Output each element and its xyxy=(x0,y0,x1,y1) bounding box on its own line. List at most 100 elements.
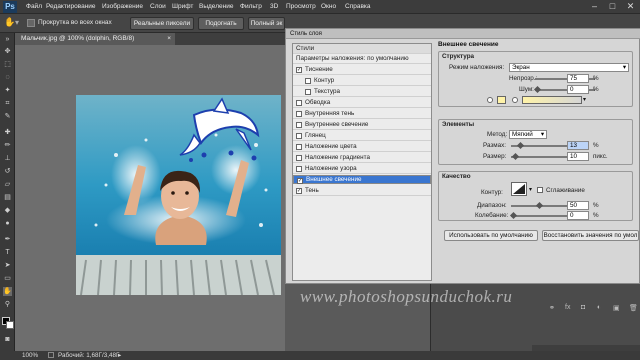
noise-input[interactable]: 0 xyxy=(567,85,589,94)
reset-default-button[interactable]: Восстановить значения по умол xyxy=(542,230,639,241)
glow-color-swatch[interactable] xyxy=(497,96,506,104)
spread-slider[interactable] xyxy=(511,141,567,150)
style-item[interactable]: Глянец xyxy=(293,131,431,141)
menu-view[interactable]: Просмотр xyxy=(286,3,316,10)
jitter-slider[interactable] xyxy=(509,211,567,220)
actual-pixels-button[interactable]: Реальные пиксели xyxy=(130,17,194,30)
brush-tool-icon[interactable]: ✏ xyxy=(3,141,12,150)
style-item[interactable]: ✓ Тень xyxy=(293,186,431,196)
document-image[interactable] xyxy=(76,95,281,295)
range-input[interactable]: 50 xyxy=(567,201,589,210)
new-layer-icon[interactable]: ▣ xyxy=(613,304,620,312)
hand-tool-icon[interactable]: ✋ xyxy=(3,287,12,296)
gradient-radio[interactable] xyxy=(512,97,518,103)
info-icon[interactable] xyxy=(48,352,54,358)
menu-help[interactable]: Справка xyxy=(345,3,371,10)
close-icon[interactable]: ✕ xyxy=(622,0,639,13)
jitter-input[interactable]: 0 xyxy=(567,211,589,220)
mask-icon[interactable]: ◘ xyxy=(581,304,585,311)
style-item[interactable]: Текстура xyxy=(293,87,431,97)
style-item-checkbox[interactable] xyxy=(296,166,302,172)
style-item[interactable]: Внутреннее свечение xyxy=(293,120,431,130)
status-menu-icon[interactable]: ▸ xyxy=(118,351,121,360)
zoom-tool-icon[interactable]: ⚲ xyxy=(3,300,12,309)
menu-edit[interactable]: Редактирование xyxy=(46,3,96,10)
menu-select[interactable]: Выделение xyxy=(199,3,233,10)
adjustment-icon[interactable]: ◐ xyxy=(597,304,601,311)
close-tab-icon[interactable]: × xyxy=(167,33,171,45)
maximize-icon[interactable]: □ xyxy=(604,0,621,13)
shape-tool-icon[interactable]: ▭ xyxy=(3,274,12,283)
range-slider[interactable] xyxy=(511,201,567,210)
crop-tool-icon[interactable]: ⌗ xyxy=(3,99,12,108)
style-item-checkbox[interactable] xyxy=(296,144,302,150)
spread-thumb[interactable] xyxy=(516,141,524,150)
size-thumb[interactable] xyxy=(511,152,520,161)
make-default-button[interactable]: Использовать по умолчанию xyxy=(444,230,538,241)
style-item-checkbox[interactable] xyxy=(296,111,302,117)
style-item-checkbox[interactable]: ✓ xyxy=(297,178,303,184)
menu-type[interactable]: Шрифт xyxy=(172,3,193,10)
history-brush-icon[interactable]: ↺ xyxy=(3,167,12,176)
path-selection-icon[interactable]: ➤ xyxy=(3,261,12,270)
lasso-tool-icon[interactable]: ◌ xyxy=(3,73,12,82)
menu-filter[interactable]: Фильтр xyxy=(240,3,262,10)
menu-3d[interactable]: 3D xyxy=(270,3,278,10)
zoom-level[interactable]: 100% xyxy=(22,351,38,360)
style-item[interactable]: ✓ Тиснение xyxy=(293,65,431,75)
type-tool-icon[interactable]: T xyxy=(3,248,12,257)
size-input[interactable]: 10 xyxy=(567,152,589,161)
fit-screen-button[interactable]: Подогнать xyxy=(198,17,244,30)
scroll-all-checkbox[interactable] xyxy=(27,19,35,27)
quick-mask-icon[interactable]: ◙ xyxy=(3,335,12,344)
document-tab[interactable]: Мальчик.jpg @ 100% (dolphin, RGB/8) × xyxy=(15,33,175,45)
style-item-checkbox[interactable] xyxy=(305,89,311,95)
hand-tool-icon[interactable]: ✋ xyxy=(4,17,15,28)
chevron-down-icon[interactable]: ▾ xyxy=(529,186,532,193)
chevron-down-icon[interactable]: ▾ xyxy=(583,96,586,103)
minimize-icon[interactable]: – xyxy=(586,0,603,13)
style-item[interactable]: Обводка xyxy=(293,98,431,108)
blend-mode-select[interactable]: Экран ▾ xyxy=(509,63,629,72)
marquee-tool-icon[interactable]: ⬚ xyxy=(3,60,12,69)
full-screen-button[interactable]: Полный эк xyxy=(248,17,285,30)
contour-preview[interactable] xyxy=(511,182,527,196)
style-item-checkbox[interactable]: ✓ xyxy=(296,67,302,73)
background-color-swatch[interactable] xyxy=(6,321,14,329)
style-item[interactable]: Наложение цвета xyxy=(293,142,431,152)
noise-thumb[interactable] xyxy=(533,85,542,94)
move-tool-icon[interactable]: ✥ xyxy=(3,47,12,56)
menu-layers[interactable]: Слои xyxy=(150,3,166,10)
style-item[interactable]: Наложение градиента xyxy=(293,153,431,163)
pen-tool-icon[interactable]: ✒ xyxy=(3,235,12,244)
menu-image[interactable]: Изображение xyxy=(102,3,143,10)
magic-wand-icon[interactable]: ✦ xyxy=(3,86,12,95)
trash-icon[interactable]: 🗑 xyxy=(629,304,638,312)
style-item[interactable]: Параметры наложения: по умолчанию xyxy=(293,54,431,64)
eyedropper-icon[interactable]: ✎ xyxy=(3,112,12,121)
fx-icon[interactable]: fx xyxy=(565,304,570,311)
jitter-thumb[interactable] xyxy=(509,211,518,220)
link-icon[interactable]: ⚭ xyxy=(549,304,555,312)
style-item-checkbox[interactable] xyxy=(296,100,302,106)
dodge-tool-icon[interactable]: ● xyxy=(3,219,12,228)
style-item[interactable]: Контур xyxy=(293,76,431,86)
range-thumb[interactable] xyxy=(535,201,543,210)
eraser-tool-icon[interactable]: ▱ xyxy=(3,180,12,189)
glow-gradient-swatch[interactable] xyxy=(522,96,582,104)
collapse-icon[interactable]: » xyxy=(3,35,12,44)
gradient-tool-icon[interactable]: ▤ xyxy=(3,193,12,202)
style-item-checkbox[interactable] xyxy=(305,78,311,84)
antialias-checkbox[interactable] xyxy=(537,187,543,193)
menu-file[interactable]: Файл xyxy=(26,3,42,10)
styles-header[interactable]: Стили xyxy=(293,44,431,54)
style-item-checkbox[interactable] xyxy=(296,122,302,128)
healing-brush-icon[interactable]: ✚ xyxy=(3,128,12,137)
spread-input[interactable]: 13 xyxy=(567,141,589,150)
chevron-down-icon[interactable]: ▾ xyxy=(15,18,19,27)
opacity-input[interactable]: 75 xyxy=(567,74,589,83)
style-item[interactable]: Наложение узора xyxy=(293,164,431,174)
color-radio[interactable] xyxy=(487,97,493,103)
style-item[interactable]: Внутренняя тень xyxy=(293,109,431,119)
blur-tool-icon[interactable]: ◆ xyxy=(3,206,12,215)
